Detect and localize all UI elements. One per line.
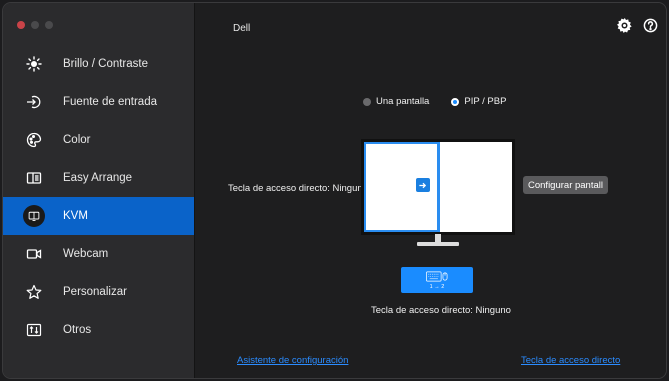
- radio-unselected-icon: [363, 97, 371, 106]
- sidebar-nav: Brillo / Contraste Fuente de entrada Col…: [3, 45, 194, 349]
- hotkey-label-bottom: Tecla de acceso directo: Ninguno: [371, 305, 511, 316]
- keyboard-tile-label: 1 → 2: [429, 284, 445, 290]
- brightness-icon: [25, 55, 43, 73]
- setup-assistant-link[interactable]: Asistente de configuración: [237, 355, 348, 366]
- kvm-icon: [23, 205, 45, 227]
- settings-gear-icon[interactable]: [616, 17, 632, 33]
- radio-selected-icon: [451, 97, 460, 106]
- hotkey-link[interactable]: Tecla de acceso directo: [521, 355, 620, 366]
- keyboard-mouse-icon: [426, 271, 448, 282]
- sidebar-item-label: Color: [63, 134, 91, 146]
- sidebar-item-label: Otros: [63, 324, 92, 336]
- sidebar-item-label: Fuente de entrada: [63, 96, 157, 108]
- minimize-window-button[interactable]: [31, 21, 39, 29]
- help-icon[interactable]: [642, 17, 658, 33]
- zoom-window-button[interactable]: [45, 21, 53, 29]
- radio-una-pantalla[interactable]: Una pantalla: [363, 96, 429, 107]
- display-mode-selector: Una pantalla PIP / PBP: [363, 96, 506, 107]
- main-panel: Dell Una pantalla PIP / PBP Tecla de acc…: [195, 3, 666, 378]
- sidebar: Brillo / Contraste Fuente de entrada Col…: [3, 3, 195, 378]
- sidebar-item-color[interactable]: Color: [3, 121, 194, 159]
- keyboard-mouse-tile[interactable]: 1 → 2: [401, 267, 473, 293]
- pip-pane-left[interactable]: [364, 142, 440, 232]
- sidebar-item-label: Webcam: [63, 248, 109, 260]
- configure-display-button[interactable]: Configurar pantall: [523, 176, 608, 194]
- sidebar-item-personalizar[interactable]: Personalizar: [3, 273, 194, 311]
- input-source-icon: [25, 93, 43, 111]
- sidebar-item-label: KVM: [63, 210, 88, 222]
- hotkey-label-left: Tecla de acceso directo: Ningun: [228, 183, 363, 194]
- others-icon: [25, 321, 43, 339]
- swap-arrow-button[interactable]: [415, 178, 430, 192]
- monitor-base: [417, 242, 459, 246]
- pip-pane-right[interactable]: [439, 142, 512, 232]
- monitor-preview: [361, 139, 515, 235]
- sidebar-item-webcam[interactable]: Webcam: [3, 235, 194, 273]
- close-window-button[interactable]: [17, 21, 25, 29]
- radio-pip-pbp[interactable]: PIP / PBP: [451, 96, 506, 107]
- sidebar-item-label: Easy Arrange: [63, 172, 133, 184]
- sidebar-item-kvm[interactable]: KVM: [3, 197, 194, 235]
- window-controls: [17, 21, 53, 29]
- easy-arrange-icon: [25, 169, 43, 187]
- radio-label: Una pantalla: [376, 96, 430, 107]
- sidebar-item-brillo-contraste[interactable]: Brillo / Contraste: [3, 45, 194, 83]
- top-toolbar: [616, 17, 658, 33]
- app-title: Dell: [233, 23, 251, 34]
- color-palette-icon: [25, 131, 43, 149]
- sidebar-item-otros[interactable]: Otros: [3, 311, 194, 349]
- sidebar-item-fuente-de-entrada[interactable]: Fuente de entrada: [3, 83, 194, 121]
- star-icon: [25, 283, 43, 301]
- sidebar-item-label: Personalizar: [63, 286, 127, 298]
- sidebar-item-easy-arrange[interactable]: Easy Arrange: [3, 159, 194, 197]
- app-window: Brillo / Contraste Fuente de entrada Col…: [2, 2, 667, 379]
- arrow-right-icon: [419, 182, 427, 188]
- webcam-icon: [25, 245, 43, 263]
- radio-label: PIP / PBP: [464, 96, 507, 107]
- sidebar-item-label: Brillo / Contraste: [63, 58, 149, 70]
